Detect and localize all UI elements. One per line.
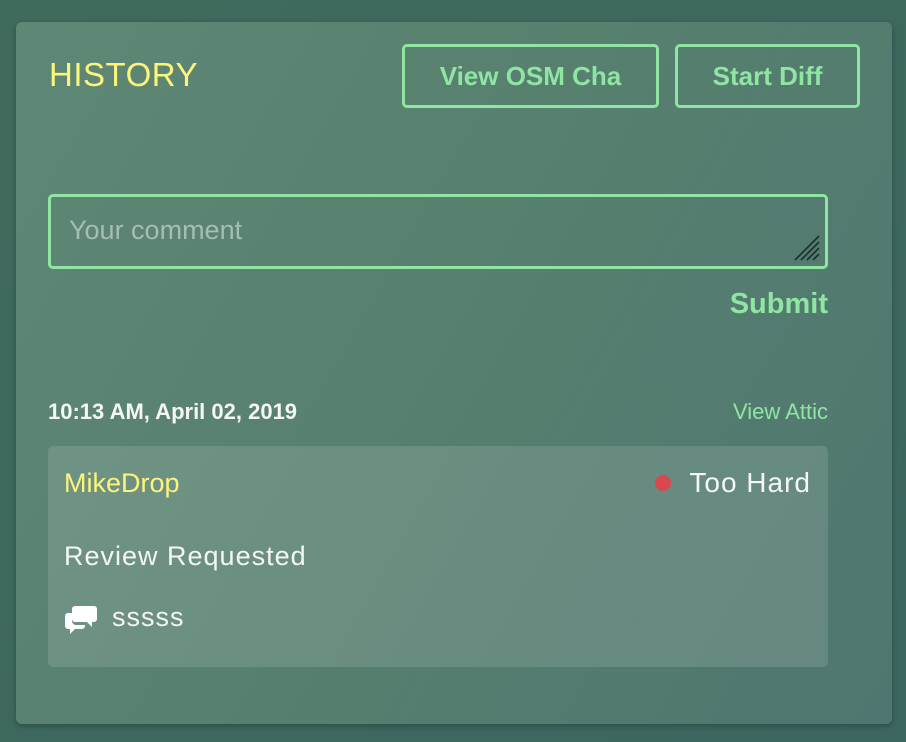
view-attic-link[interactable]: View Attic: [733, 399, 828, 425]
status-dot-icon: [655, 475, 672, 491]
entry-user[interactable]: MikeDrop: [64, 468, 180, 499]
comment-field-container: [48, 194, 828, 269]
start-diff-button[interactable]: Start Diff: [675, 44, 860, 108]
history-title: HISTORY: [49, 56, 198, 93]
comments-icon: [65, 606, 97, 634]
entry-status: Too Hard: [655, 467, 811, 499]
entry-timestamp: 10:13 AM, April 02, 2019: [48, 399, 298, 424]
resize-handle-icon[interactable]: [793, 234, 821, 262]
entry-action: Review Requested: [64, 541, 307, 571]
comment-text: sssss: [112, 601, 185, 632]
comment-input[interactable]: [51, 197, 825, 266]
history-panel: HISTORY View OSM Cha Start Diff Submit 1…: [16, 22, 892, 724]
history-entry-card: MikeDrop Too Hard Review Requested sssss: [48, 446, 828, 667]
view-osm-cha-button[interactable]: View OSM Cha: [402, 44, 659, 108]
entry-comment: sssss: [64, 600, 185, 634]
status-label: Too Hard: [689, 467, 811, 498]
submit-button[interactable]: Submit: [730, 288, 828, 321]
